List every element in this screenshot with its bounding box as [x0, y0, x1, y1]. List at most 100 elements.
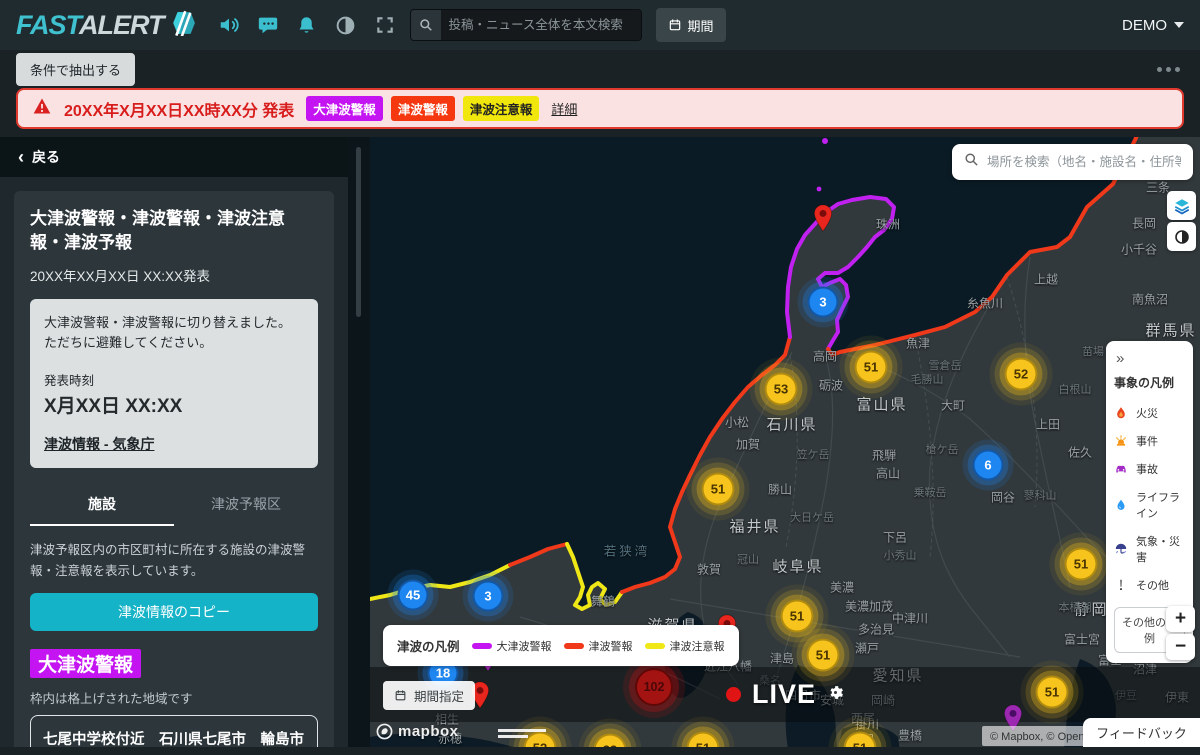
- warning-sections: 大津波警報枠内は格上げされた地域です七尾中学校付近 石川県七尾市 輪島市 輪島中…: [30, 649, 318, 747]
- chat-icon[interactable]: [257, 14, 279, 36]
- event-legend-item[interactable]: ライフライン: [1114, 483, 1185, 527]
- filter-button[interactable]: 条件で抽出する: [16, 53, 135, 86]
- map-canvas[interactable]: LIVE » 事象の凡例 火災事件事故ライフライン気象・災害その他 その他の凡例: [370, 137, 1200, 747]
- map-label: 若狭湾: [604, 541, 651, 560]
- map-label: 下呂: [883, 529, 907, 546]
- map-label: 大町: [941, 397, 965, 414]
- cluster-marker[interactable]: 51: [855, 351, 888, 384]
- sidebar-scrollbar[interactable]: [348, 137, 370, 747]
- tsunami-legend-title: 津波の凡例: [397, 636, 460, 655]
- warning-section: 大津波警報枠内は格上げされた地域です七尾中学校付近 石川県七尾市 輪島市 輪島中…: [30, 649, 318, 747]
- back-button[interactable]: ‹ 戻る: [0, 137, 348, 177]
- zoom-out-button[interactable]: −: [1166, 634, 1195, 660]
- map-label: 毛勝山: [911, 371, 944, 387]
- event-legend-item[interactable]: 火災: [1114, 399, 1185, 427]
- section-caption: 枠内は格上げされた地域です: [30, 688, 318, 707]
- map-label: 加賀: [736, 436, 760, 453]
- map-label: 小松: [725, 414, 749, 431]
- zoom-in-button[interactable]: +: [1166, 606, 1195, 632]
- cluster-marker[interactable]: 53: [765, 373, 798, 406]
- map-label: 豊橋: [898, 727, 922, 744]
- cluster-marker[interactable]: 51: [1065, 548, 1098, 581]
- event-legend-label: 火災: [1136, 405, 1158, 421]
- bell-icon[interactable]: [296, 14, 318, 36]
- cluster-marker[interactable]: 3: [808, 287, 839, 318]
- feedback-button[interactable]: フィードバック: [1083, 718, 1200, 747]
- tab-description: 津波予報区内の市区町村に所在する施設の津波警報・注意報を表示しています。: [30, 540, 318, 581]
- calendar-icon: [394, 689, 407, 702]
- jma-source-link[interactable]: 津波情報 - 気象庁: [44, 434, 154, 454]
- map-label: 富士宮: [1064, 631, 1100, 648]
- map-label: 上田: [1036, 416, 1060, 433]
- alert-badge: 大津波警報: [306, 96, 383, 121]
- red-map-pin[interactable]: [813, 204, 833, 237]
- map-label: 白根山: [1059, 381, 1092, 397]
- cluster-marker[interactable]: 52: [1005, 358, 1038, 391]
- alert-badge-group: 大津波警報津波警報津波注意報: [306, 96, 539, 121]
- alert-time-text: 20XX年X月XX日XX時XX分 発表: [64, 97, 294, 121]
- map-contrast-button[interactable]: [1167, 222, 1196, 251]
- tsunami-alert-banner: 20XX年X月XX日XX時XX分 発表 大津波警報津波警報津波注意報 詳細: [16, 88, 1184, 129]
- event-legend-label: 事故: [1136, 461, 1158, 477]
- alert-detail-link[interactable]: 詳細: [551, 99, 577, 118]
- other-icon: [1114, 578, 1128, 592]
- live-dot-icon: [726, 687, 741, 702]
- cluster-marker[interactable]: 51: [702, 473, 735, 506]
- logo-hexagon-icon: [170, 10, 196, 41]
- notice-time-value: X月XX日 XX:XX: [44, 391, 304, 418]
- more-options-icon[interactable]: [1153, 61, 1184, 78]
- event-legend-item[interactable]: 事件: [1114, 427, 1185, 455]
- top-navbar: FASTALERT 期間 DEMO: [0, 0, 1200, 50]
- copy-tsunami-info-button[interactable]: 津波情報のコピー: [30, 593, 318, 631]
- card-issued-time: 20XX年XX月XX日 XX:XX発表: [30, 265, 318, 285]
- tab-facilities[interactable]: 施設: [30, 486, 174, 526]
- map-search-input[interactable]: [987, 155, 1181, 169]
- map-label: 佐久: [1068, 444, 1092, 461]
- map-label: 福井県: [729, 516, 780, 537]
- map-label: 苗場: [1082, 343, 1104, 359]
- legend-color-swatch: [472, 643, 492, 649]
- map-label: 小秀山: [884, 547, 917, 563]
- fastalert-logo[interactable]: FASTALERT: [16, 10, 196, 41]
- incident-icon: [1114, 434, 1128, 448]
- layers-button[interactable]: [1167, 191, 1196, 220]
- global-search-input[interactable]: [441, 18, 641, 32]
- event-legend-label: その他: [1136, 577, 1169, 593]
- account-menu[interactable]: DEMO: [1122, 17, 1184, 34]
- map-label: 中津川: [892, 610, 928, 627]
- upgraded-areas-box: 七尾中学校付近 石川県七尾市 輪島市 輪島中 志賀町役場: [30, 715, 318, 747]
- live-settings-gear-icon[interactable]: [827, 684, 844, 706]
- cluster-marker[interactable]: 6: [973, 450, 1004, 481]
- event-legend-label: 事件: [1136, 433, 1158, 449]
- tsunami-sidebar: ‹ 戻る 大津波警報・津波警報・津波注意報・津波予報 20XX年XX月XX日 X…: [0, 137, 348, 747]
- event-legend-label: 気象・災害: [1136, 533, 1185, 565]
- period-button[interactable]: 期間: [656, 8, 726, 42]
- tsunami-legend-items: 大津波警報津波警報津波注意報: [472, 638, 725, 654]
- map-period-button[interactable]: 期間指定: [383, 681, 475, 710]
- cluster-marker[interactable]: 51: [781, 600, 814, 633]
- fire-icon: [1114, 406, 1128, 420]
- notice-time-label: 発表時刻: [44, 370, 304, 389]
- tab-forecast-zones[interactable]: 津波予報区: [174, 486, 318, 526]
- event-legend-item[interactable]: 事故: [1114, 455, 1185, 483]
- map-label: 槍ケ岳: [926, 441, 959, 457]
- card-title: 大津波警報・津波警報・津波注意報・津波予報: [30, 207, 318, 255]
- cluster-marker[interactable]: 3: [473, 581, 504, 612]
- map-label: 舞鶴: [591, 593, 615, 610]
- sound-icon[interactable]: [218, 14, 240, 36]
- map-label: 砺波: [819, 377, 843, 394]
- notice-line-2: ただちに避難してください。: [44, 333, 304, 354]
- mapbox-logo[interactable]: mapbox: [376, 723, 459, 740]
- cluster-marker[interactable]: 45: [398, 580, 429, 611]
- event-legend-items: 火災事件事故ライフライン気象・災害その他: [1114, 399, 1185, 599]
- event-legend-item[interactable]: 気象・災害: [1114, 527, 1185, 571]
- zoom-controls: + −: [1166, 606, 1195, 662]
- account-name: DEMO: [1122, 17, 1167, 34]
- warning-icon: [32, 96, 52, 121]
- legend-label: 津波警報: [589, 638, 633, 654]
- fullscreen-icon[interactable]: [374, 14, 396, 36]
- event-legend-item[interactable]: その他: [1114, 571, 1185, 599]
- alert-badge: 津波注意報: [463, 96, 540, 121]
- collapse-panel-icon[interactable]: »: [1114, 349, 1185, 370]
- contrast-icon[interactable]: [335, 14, 357, 36]
